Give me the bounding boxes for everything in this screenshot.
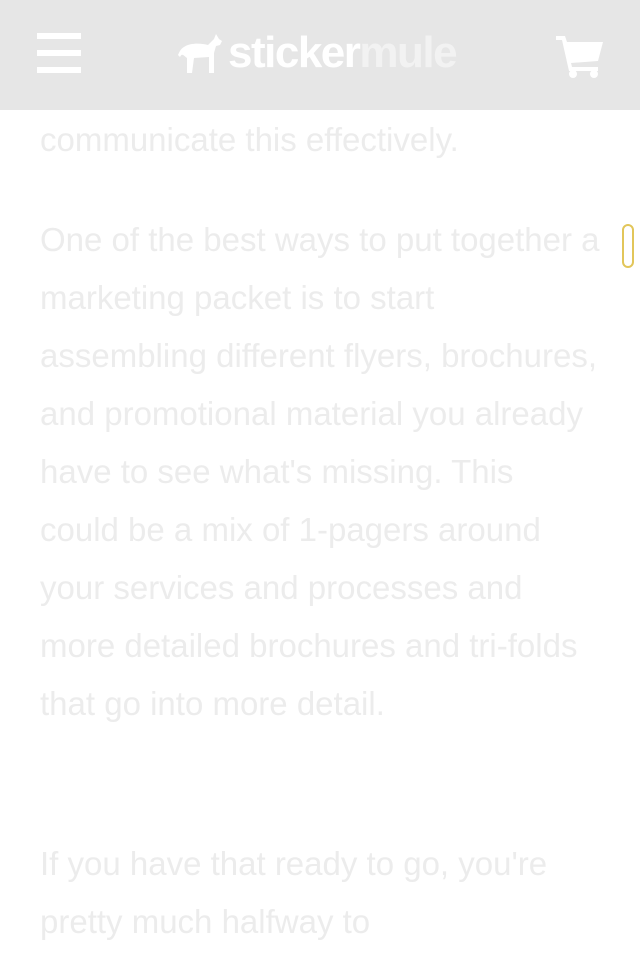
- top-nav-bar: stickermule: [0, 0, 640, 110]
- logo-text-sticker: sticker: [228, 28, 361, 77]
- logo-text-mule: mule: [359, 28, 457, 77]
- hamburger-menu-icon[interactable]: [37, 33, 81, 73]
- stickermule-logo[interactable]: stickermule: [178, 28, 458, 78]
- logo-wordmark: stickermule: [228, 28, 458, 78]
- mule-logo-icon: [178, 34, 222, 73]
- article-paragraph: communicate this effectively.: [40, 121, 459, 158]
- shopping-cart-icon[interactable]: [556, 34, 604, 78]
- scroll-indicator[interactable]: [622, 224, 634, 268]
- article-paragraph: If you have that ready to go, you're pre…: [40, 845, 548, 940]
- article-paragraph: One of the best ways to put together a m…: [40, 221, 600, 722]
